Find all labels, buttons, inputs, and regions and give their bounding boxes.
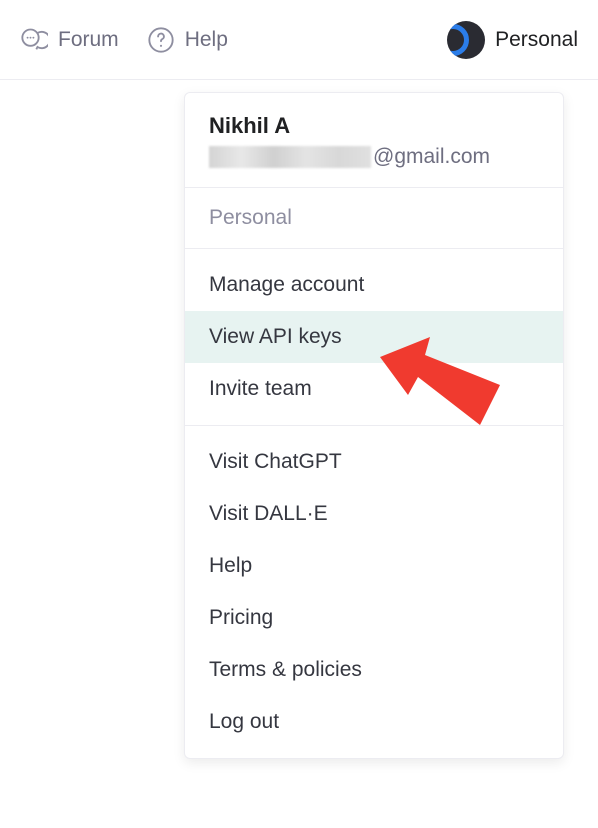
help-icon	[147, 26, 175, 54]
menu-manage-account[interactable]: Manage account	[185, 259, 563, 311]
user-name: Nikhil A	[209, 113, 539, 139]
user-info: Nikhil A @gmail.com	[185, 93, 563, 187]
help-label: Help	[185, 28, 228, 52]
avatar	[447, 21, 485, 59]
account-dropdown: Nikhil A @gmail.com Personal Manage acco…	[184, 92, 564, 759]
menu-logout[interactable]: Log out	[185, 696, 563, 748]
menu-visit-dalle[interactable]: Visit DALL·E	[185, 488, 563, 540]
menu-group-account: Manage account View API keys Invite team	[185, 249, 563, 425]
personal-label: Personal	[495, 28, 578, 52]
section-label: Personal	[185, 188, 563, 248]
forum-link[interactable]: Forum	[20, 26, 119, 54]
menu-help[interactable]: Help	[185, 540, 563, 592]
email-suffix: @gmail.com	[373, 145, 490, 169]
user-email: @gmail.com	[209, 145, 539, 169]
menu-terms[interactable]: Terms & policies	[185, 644, 563, 696]
menu-pricing[interactable]: Pricing	[185, 592, 563, 644]
email-redacted	[209, 146, 371, 168]
personal-menu-trigger[interactable]: Personal	[447, 21, 578, 59]
forum-label: Forum	[58, 28, 119, 52]
menu-group-links: Visit ChatGPT Visit DALL·E Help Pricing …	[185, 426, 563, 758]
forum-icon	[20, 26, 48, 54]
menu-view-api-keys[interactable]: View API keys	[185, 311, 563, 363]
menu-invite-team[interactable]: Invite team	[185, 363, 563, 415]
header: Forum Help Personal	[0, 0, 598, 80]
help-link[interactable]: Help	[147, 26, 228, 54]
menu-visit-chatgpt[interactable]: Visit ChatGPT	[185, 436, 563, 488]
